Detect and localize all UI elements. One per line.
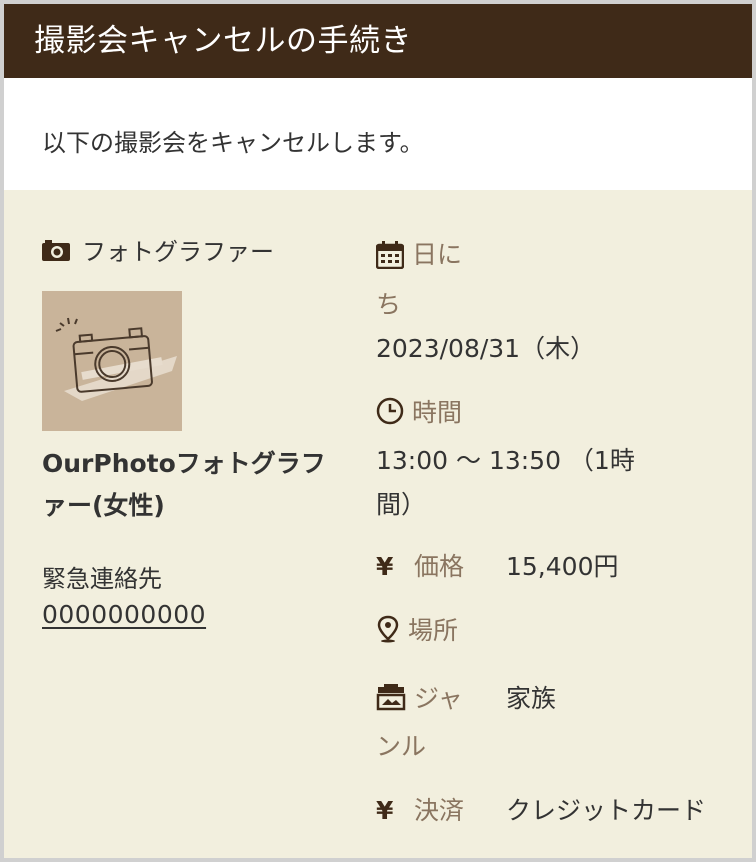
- genre-value: 家族: [506, 684, 557, 713]
- genre-label-line2: ンル: [376, 732, 427, 761]
- photographer-avatar[interactable]: [42, 291, 182, 431]
- date-label-line2: ち: [376, 290, 402, 319]
- time-value-line1: 13:00 〜 13:50 （1時: [376, 446, 635, 475]
- photographer-name-line1: OurPhotoフォトグラフ: [42, 449, 326, 478]
- photographer-section: フォトグラファー OurPhotoフォトグラフ ァー(女性) 緊急連絡先 000…: [42, 232, 362, 629]
- cancel-page: 撮影会キャンセルの手続き 以下の撮影会をキャンセルします。 フォトグラファー O…: [4, 4, 752, 858]
- clock-icon: [376, 395, 404, 439]
- payment-value: クレジットカード: [506, 796, 707, 825]
- genre-field: ジャ 家族 ンル: [376, 677, 716, 769]
- page-title: 撮影会キャンセルの手続き: [4, 4, 752, 78]
- photographer-name: OurPhotoフォトグラフ ァー(女性): [42, 443, 360, 527]
- emergency-contact-link[interactable]: 0000000000: [42, 600, 362, 629]
- time-field: 時間 13:00 〜 13:50 （1時 間）: [376, 391, 716, 527]
- place-label: 場所: [408, 616, 459, 645]
- photographer-label-row: フォトグラファー: [42, 232, 362, 267]
- date-label: 日に: [412, 232, 512, 278]
- date-field: 日に ち 2023/08/31（木）: [375, 232, 716, 371]
- map-pin-icon: [376, 613, 400, 657]
- price-field: ¥ 価格 15,400円: [376, 545, 716, 589]
- time-value-line2: 間）: [376, 490, 427, 519]
- payment-field: ¥ 決済 クレジットカード: [376, 789, 716, 833]
- genre-label-line1: ジャ: [414, 684, 463, 713]
- place-field: 場所: [376, 609, 716, 657]
- yen-icon: ¥: [376, 796, 394, 825]
- genre-icon: [376, 681, 406, 725]
- date-label-line1: 日に: [412, 240, 463, 269]
- payment-label: 決済: [414, 796, 465, 825]
- time-label: 時間: [412, 398, 463, 427]
- price-value: 15,400円: [506, 552, 619, 581]
- camera-illustration-icon: [55, 317, 177, 401]
- photographer-name-line2: ァー(女性): [42, 491, 165, 520]
- session-info: 日に ち 2023/08/31（木） 時間 13:00 〜 13:50 （1時: [375, 232, 716, 833]
- calendar-icon: [375, 239, 405, 283]
- yen-icon: ¥: [376, 552, 394, 581]
- emergency-contact-label: 緊急連絡先: [42, 565, 162, 593]
- intro-text: 以下の撮影会をキャンセルします。: [4, 78, 752, 190]
- date-value: 2023/08/31（木）: [376, 334, 596, 363]
- price-label: 価格: [414, 552, 465, 581]
- session-details: フォトグラファー OurPhotoフォトグラフ ァー(女性) 緊急連絡先 000…: [4, 190, 752, 858]
- photographer-label: フォトグラファー: [82, 238, 274, 266]
- camera-icon: [42, 239, 70, 261]
